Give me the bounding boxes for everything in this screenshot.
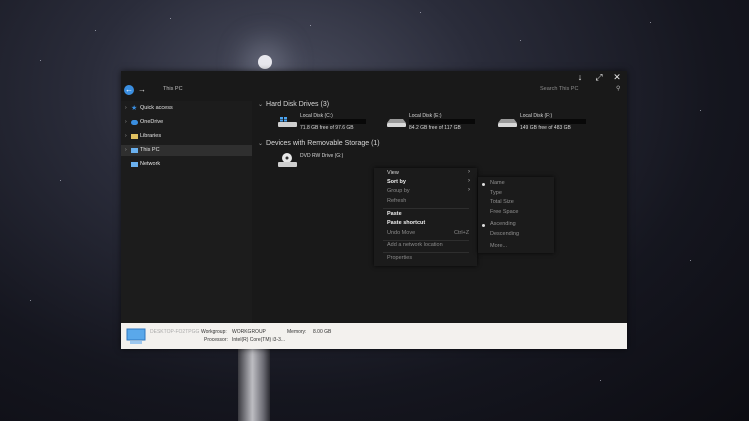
drive-usage-bar — [520, 119, 586, 124]
sort-option-descending[interactable]: Descending — [490, 231, 519, 237]
computer-icon — [126, 328, 146, 344]
sort-option-name[interactable]: Name — [490, 180, 505, 186]
chevron-right-icon[interactable]: › — [125, 145, 127, 156]
windows-drive-icon — [278, 117, 297, 127]
drive-usage-bar — [409, 119, 475, 124]
chevron-down-icon: ⌄ — [258, 141, 264, 147]
drive-item-f[interactable]: Local Disk (F:) 149 GB free of 483 GB — [498, 113, 610, 135]
menu-item-properties[interactable]: Properties — [387, 255, 412, 261]
maximize-button[interactable]: ⤢ — [590, 71, 608, 83]
drive-icon — [387, 119, 406, 127]
back-button[interactable]: ← — [124, 85, 134, 95]
workgroup-value: WORKGROUP — [232, 329, 266, 335]
sort-option-type[interactable]: Type — [490, 190, 502, 196]
sort-option-free-space[interactable]: Free Space — [490, 209, 518, 215]
sidebar-item-libraries[interactable]: › Libraries — [121, 131, 252, 142]
sidebar-item-label: This PC — [140, 147, 160, 153]
drive-free-space: 71.8 GB free of 97.6 GB — [300, 125, 354, 131]
menu-item-paste-shortcut[interactable]: Paste shortcut — [387, 220, 425, 226]
arrow-right-icon: → — [138, 85, 146, 94]
menu-separator — [383, 208, 469, 209]
menu-item-refresh[interactable]: Refresh — [387, 198, 406, 204]
star-icon: ★ — [131, 105, 138, 112]
title-bar: ↓ ⤢ ✕ — [121, 71, 627, 83]
chevron-right-icon[interactable]: › — [125, 131, 127, 142]
drive-item-e[interactable]: Local Disk (E:) 84.2 GB free of 117 GB — [387, 113, 499, 135]
processor-label: Processor: — [204, 337, 228, 343]
memory-label: Memory: — [287, 329, 307, 335]
sidebar-item-label: OneDrive — [140, 119, 164, 125]
group-header-hard-disks[interactable]: ⌄ Hard Disk Drives (3) — [258, 101, 329, 108]
menu-item-paste[interactable]: Paste — [387, 211, 402, 217]
chevron-right-icon: › — [468, 187, 470, 193]
address-bar[interactable]: This PC — [163, 86, 183, 92]
sidebar-item-label: Quick access — [140, 105, 173, 111]
sidebar-item-quick-access[interactable]: › ★ Quick access — [121, 103, 252, 114]
network-icon — [131, 162, 138, 167]
sort-option-ascending[interactable]: Ascending — [490, 221, 516, 227]
group-header-label: Devices with Removable Storage (1) — [266, 140, 380, 147]
minimize-button[interactable]: ↓ — [571, 71, 589, 83]
chevron-right-icon: › — [468, 178, 470, 184]
context-menu: View › Sort by › Group by › Refresh Past… — [374, 168, 477, 266]
details-pane: DESKTOP-FO2TPGG Workgroup: WORKGROUP Mem… — [121, 323, 627, 349]
menu-separator — [383, 240, 469, 241]
menu-item-undo-move[interactable]: Undo Move — [387, 230, 415, 236]
sidebar-item-onedrive[interactable]: › OneDrive — [121, 117, 252, 128]
sort-option-more[interactable]: More... — [490, 243, 507, 249]
drive-usage-bar — [300, 119, 366, 124]
drive-free-space: 84.2 GB free of 117 GB — [409, 125, 461, 131]
sidebar-item-label: Libraries — [140, 133, 162, 139]
shortcut-hint: Ctrl+Z — [454, 230, 470, 236]
drive-name: DVD RW Drive (G:) — [300, 153, 344, 159]
radio-check-icon — [482, 224, 485, 227]
chevron-right-icon: › — [468, 169, 470, 175]
sidebar-item-network[interactable]: Network — [121, 159, 252, 170]
sort-by-submenu: Name Type Total Size Free Space Ascendin… — [478, 177, 554, 253]
workgroup-label: Workgroup: — [201, 329, 227, 335]
navigation-pane: › ★ Quick access › OneDrive › Libraries … — [121, 101, 252, 323]
drive-free-space: 149 GB free of 483 GB — [520, 125, 571, 131]
computer-icon — [131, 148, 138, 153]
sidebar-item-this-pc[interactable]: › This PC — [121, 145, 252, 156]
streetlamp-light — [258, 55, 272, 69]
group-header-removable[interactable]: ⌄ Devices with Removable Storage (1) — [258, 140, 380, 147]
folder-icon — [131, 134, 138, 139]
menu-item-add-network-location[interactable]: Add a network location — [387, 242, 443, 248]
cloud-icon — [131, 120, 138, 125]
dvd-drive-icon — [278, 153, 297, 167]
chevron-right-icon[interactable]: › — [125, 117, 127, 128]
computer-name: DESKTOP-FO2TPGG — [150, 329, 200, 335]
menu-item-group-by[interactable]: Group by — [387, 188, 410, 194]
processor-value: Intel(R) Core(TM) i3-3... — [232, 337, 286, 343]
drive-icon — [498, 119, 517, 127]
forward-button[interactable]: → — [138, 85, 146, 95]
navigation-bar: ← → This PC Search This PC ⚲ — [121, 83, 627, 99]
menu-separator — [383, 252, 469, 253]
close-button[interactable]: ✕ — [608, 71, 626, 83]
group-header-label: Hard Disk Drives (3) — [266, 101, 330, 108]
menu-item-sort-by[interactable]: Sort by — [387, 179, 406, 185]
arrow-left-icon: ← — [125, 85, 133, 94]
memory-value: 8.00 GB — [313, 329, 332, 335]
drive-item-c[interactable]: Local Disk (C:) 71.8 GB free of 97.6 GB — [278, 113, 390, 135]
sort-option-total-size[interactable]: Total Size — [490, 199, 514, 205]
chevron-down-icon: ⌄ — [258, 102, 264, 108]
sidebar-item-label: Network — [140, 161, 161, 167]
chevron-right-icon[interactable]: › — [125, 103, 127, 114]
radio-check-icon — [482, 183, 485, 186]
menu-item-view[interactable]: View — [387, 170, 399, 176]
search-icon[interactable]: ⚲ — [616, 85, 620, 92]
search-input[interactable]: Search This PC — [540, 86, 578, 92]
